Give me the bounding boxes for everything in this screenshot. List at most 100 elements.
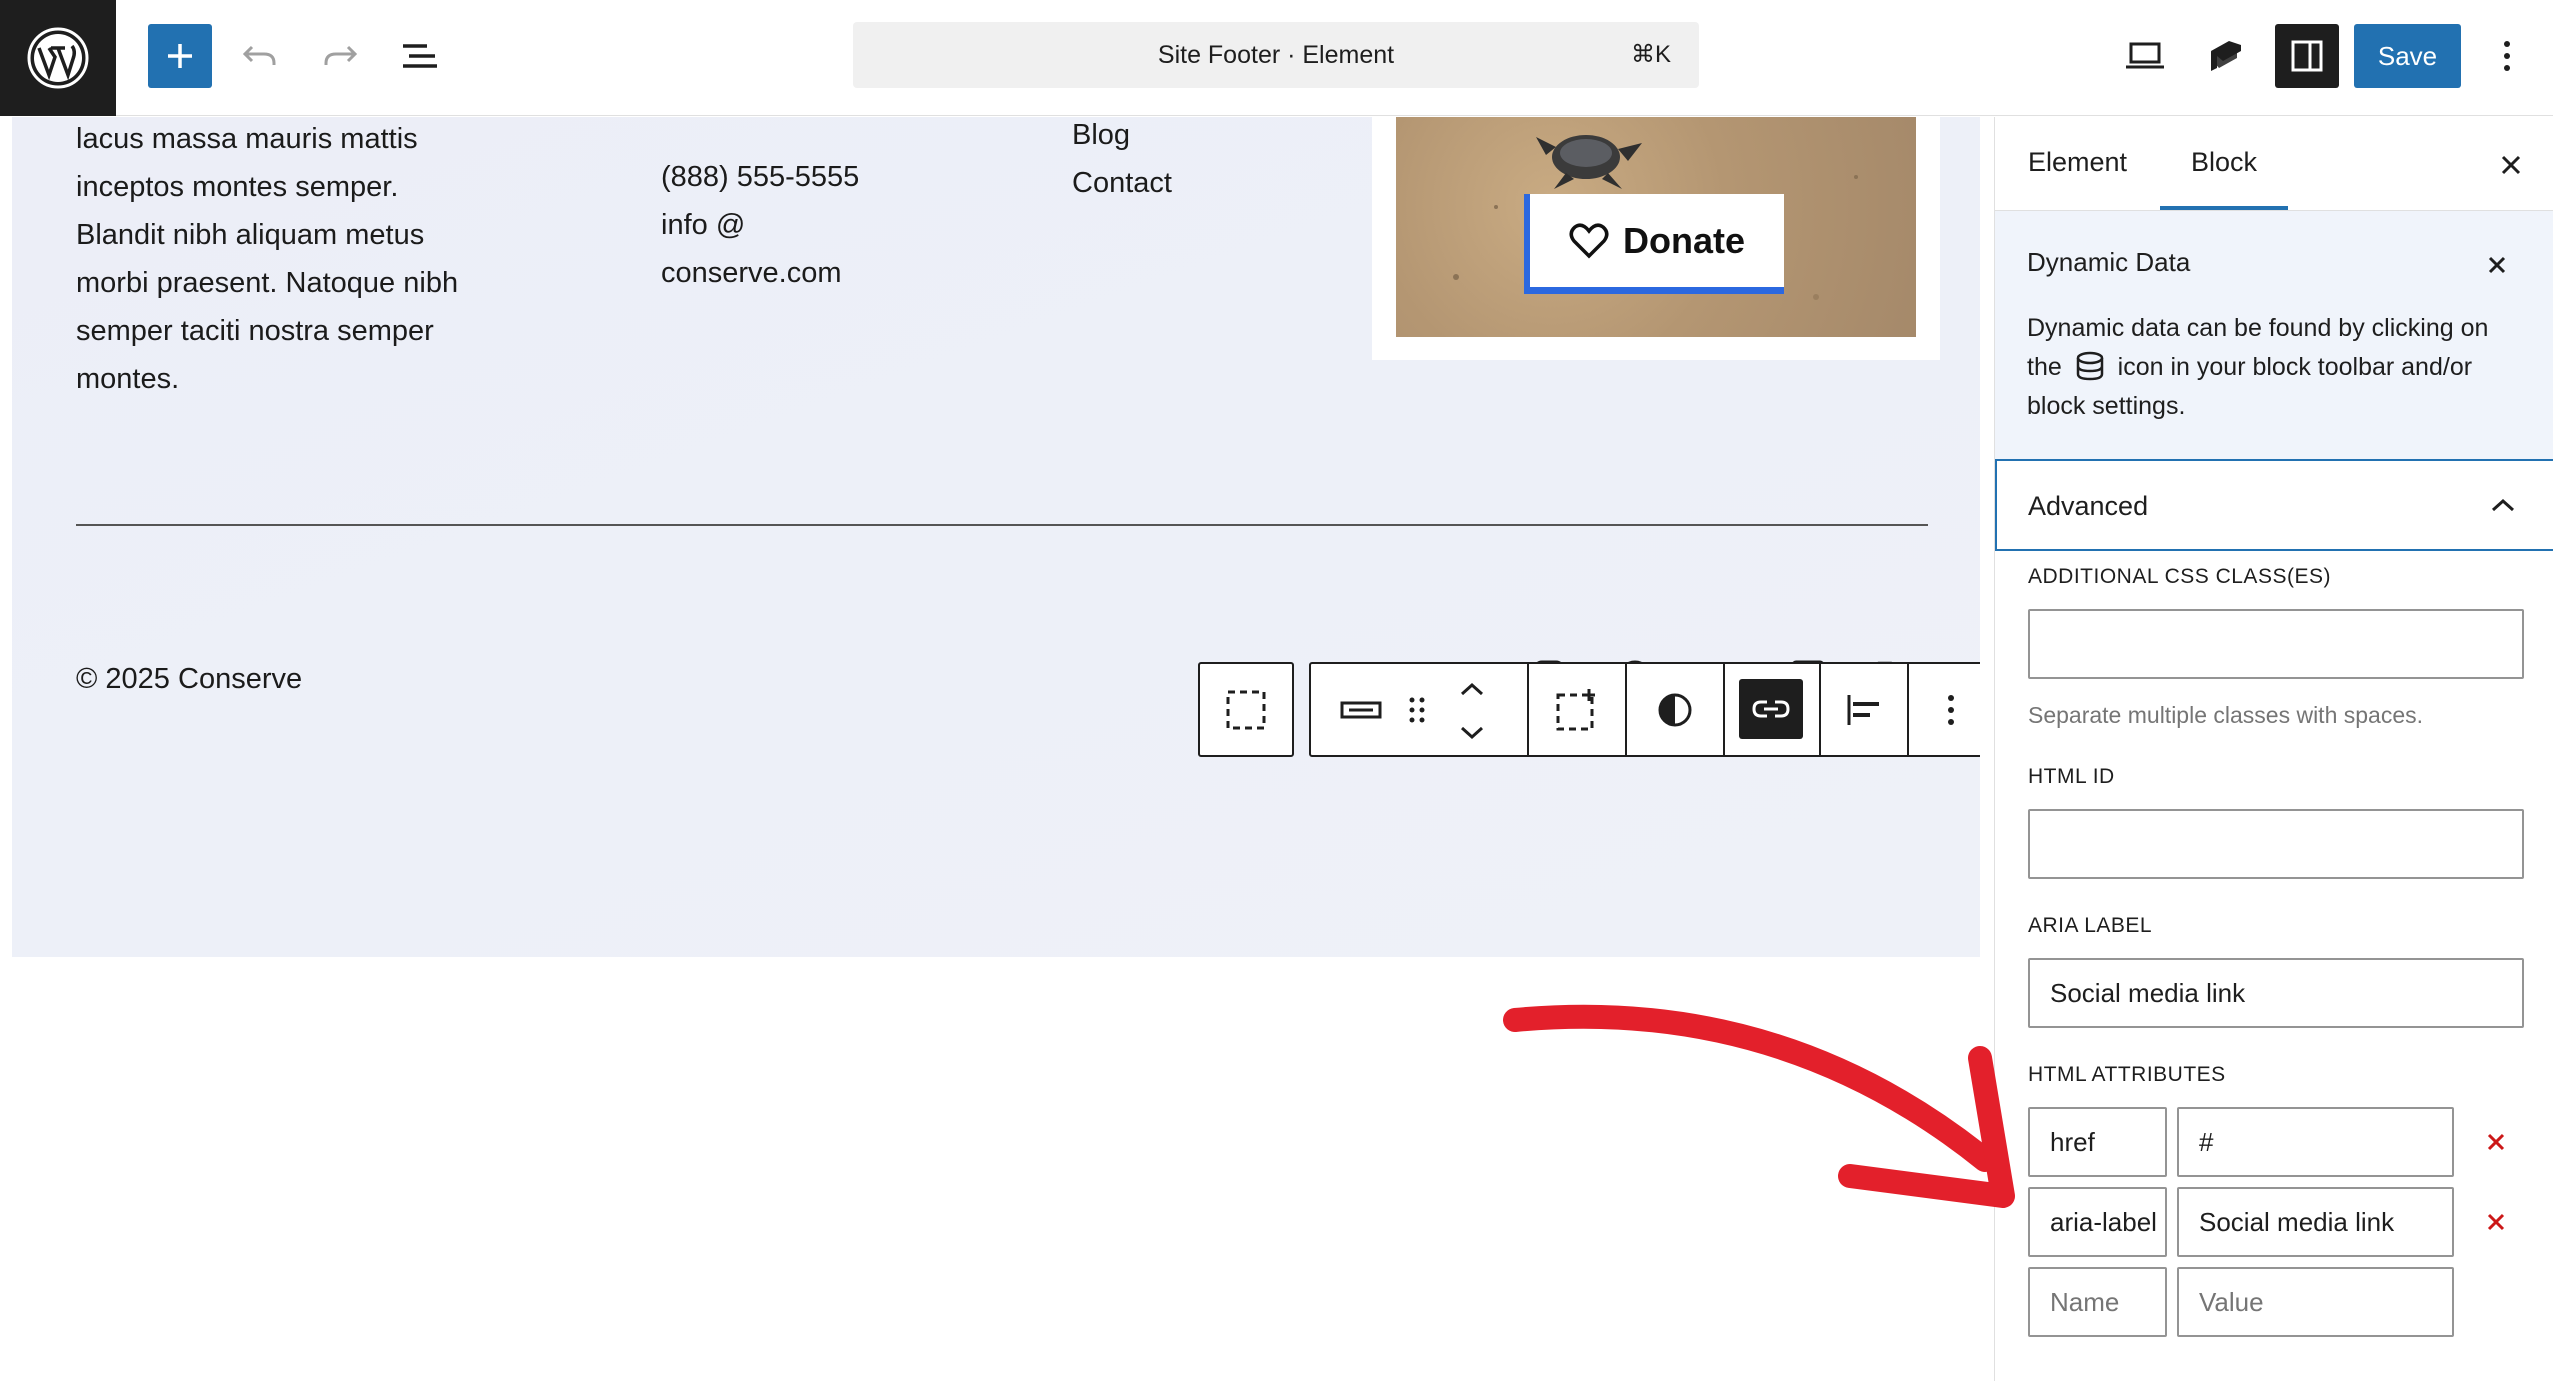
donate-label: Donate [1622,219,1745,261]
email-line: conserve.com [661,257,842,289]
select-parent-icon [1226,690,1266,729]
save-button[interactable]: Save [2354,24,2461,88]
close-icon [2488,256,2506,274]
document-overview-button[interactable] [388,24,452,88]
html-id-label: HTML ID [2028,765,2115,788]
link-icon [1752,700,1790,718]
remove-attribute-button[interactable] [2481,1207,2511,1237]
about-line: montes. [76,363,180,395]
contact-info[interactable]: (888) 555-5555 info @ conserve.com [661,153,859,297]
close-icon [2501,155,2521,175]
about-line: morbi praesent. Natoque nibh [76,267,459,299]
link-button[interactable] [1739,679,1803,739]
plus-icon [168,44,192,68]
group-button[interactable] [1529,664,1625,755]
donate-button[interactable]: Donate [1524,194,1784,294]
dismiss-notice-button[interactable] [2479,247,2515,283]
footer-divider [76,524,1928,526]
advanced-panel-title: Advanced [2028,491,2149,521]
button-block-icon [1340,701,1382,718]
parent-block-toolbar [1198,662,1294,757]
copyright-text[interactable]: © 2025 Conserve [76,655,302,703]
preview-device-button[interactable] [2113,24,2177,88]
about-text[interactable]: lacus massa mauris mattis inceptos monte… [76,117,458,403]
chevron-up-icon [2491,498,2515,512]
close-sidebar-button[interactable] [2493,147,2529,183]
dynamic-data-notice: Dynamic Data Dynamic data can be found b… [1995,211,2553,459]
drag-handle[interactable] [1397,664,1437,755]
editor-canvas[interactable]: lacus massa mauris mattis inceptos monte… [12,117,1980,957]
list-view-icon [403,44,437,68]
style-button[interactable] [1627,664,1723,755]
name-placeholder: Name [2050,1286,2120,1317]
redo-icon [324,45,358,65]
close-icon [2487,1133,2505,1151]
close-icon [2487,1213,2505,1231]
css-class-input[interactable] [2028,609,2524,679]
keyboard-shortcut: ⌘K [1630,41,1671,68]
css-class-label: ADDITIONAL CSS CLASS(ES) [2028,565,2331,588]
new-attribute-name-input[interactable]: Name [2028,1267,2167,1337]
database-icon [2076,351,2103,381]
aria-label-label: ARIA LABEL [2028,914,2153,937]
add-block-button[interactable] [148,24,212,88]
select-parent-button[interactable] [1200,664,1292,755]
nav-link-contact[interactable]: Contact [1072,159,1172,207]
value-placeholder: Value [2199,1286,2264,1317]
advanced-panel-toggle[interactable]: Advanced [1995,459,2553,551]
nav-link-blog[interactable]: Blog [1072,117,1172,159]
about-line: semper taciti nostra semper [76,315,434,347]
attribute-name-input[interactable]: aria-label [2028,1187,2167,1257]
html-id-input[interactable] [2028,809,2524,879]
tab-block[interactable]: Block [2191,147,2257,178]
sidebar-icon [2291,40,2323,72]
justification-button[interactable] [1821,664,1907,755]
new-attribute-value-input[interactable]: Value [2177,1267,2454,1337]
wordpress-icon [27,27,89,89]
about-line: Blandit nibh aliquam metus [76,219,425,251]
block-type-button[interactable] [1331,664,1391,755]
editor-top-bar: Site Footer · Element ⌘K Save [0,0,2553,116]
attribute-value-input[interactable]: Social media link [2177,1187,2454,1257]
attribute-value-input[interactable]: # [2177,1107,2454,1177]
more-vertical-icon [2504,41,2510,71]
about-line: inceptos montes semper. [76,171,399,203]
settings-sidebar: Element Block Dynamic Data Dynamic data … [1994,117,2553,1381]
blocks-plugin-button[interactable] [2194,24,2258,88]
move-down-button[interactable] [1447,710,1497,755]
justify-left-icon [1847,694,1879,725]
add-to-group-icon [1556,688,1595,730]
contrast-icon [1658,693,1692,726]
undo-button[interactable] [228,24,292,88]
phone-number: (888) 555-5555 [661,161,860,193]
toolbar-separator [1723,664,1725,755]
document-title: Site Footer · Element [1157,40,1395,69]
remove-attribute-button[interactable] [2481,1127,2511,1157]
heart-icon [1569,222,1609,258]
command-palette-button[interactable]: Site Footer · Element ⌘K [853,22,1699,88]
aria-label-input[interactable]: Social media link [2028,958,2524,1028]
plugin-logo-icon [2211,41,2241,71]
email-line: info @ [661,209,746,241]
options-menu-button[interactable] [2475,24,2539,88]
attribute-name-input[interactable]: href [2028,1107,2167,1177]
block-toolbar [1309,662,1980,757]
block-options-button[interactable] [1909,664,1980,755]
desktop-icon [2126,42,2164,69]
html-attributes-label: HTML ATTRIBUTES [2028,1063,2226,1086]
more-vertical-icon [1947,694,1954,725]
wordpress-logo-button[interactable] [0,0,116,116]
chevron-down-icon [1460,726,1484,739]
redo-button[interactable] [308,24,372,88]
settings-sidebar-toggle[interactable] [2275,24,2339,88]
dynamic-data-description: Dynamic data can be found by clicking on… [2027,309,2527,426]
move-up-button[interactable] [1447,666,1497,711]
about-line: lacus massa mauris mattis [76,123,418,155]
drag-handle-icon [1409,697,1425,722]
chevron-up-icon [1460,682,1484,695]
undo-icon [242,45,276,65]
css-class-help: Separate multiple classes with spaces. [2028,702,2424,728]
tab-element[interactable]: Element [2028,147,2127,178]
footer-nav: Blog Contact [1072,117,1172,207]
dynamic-data-title: Dynamic Data [2027,247,2191,277]
